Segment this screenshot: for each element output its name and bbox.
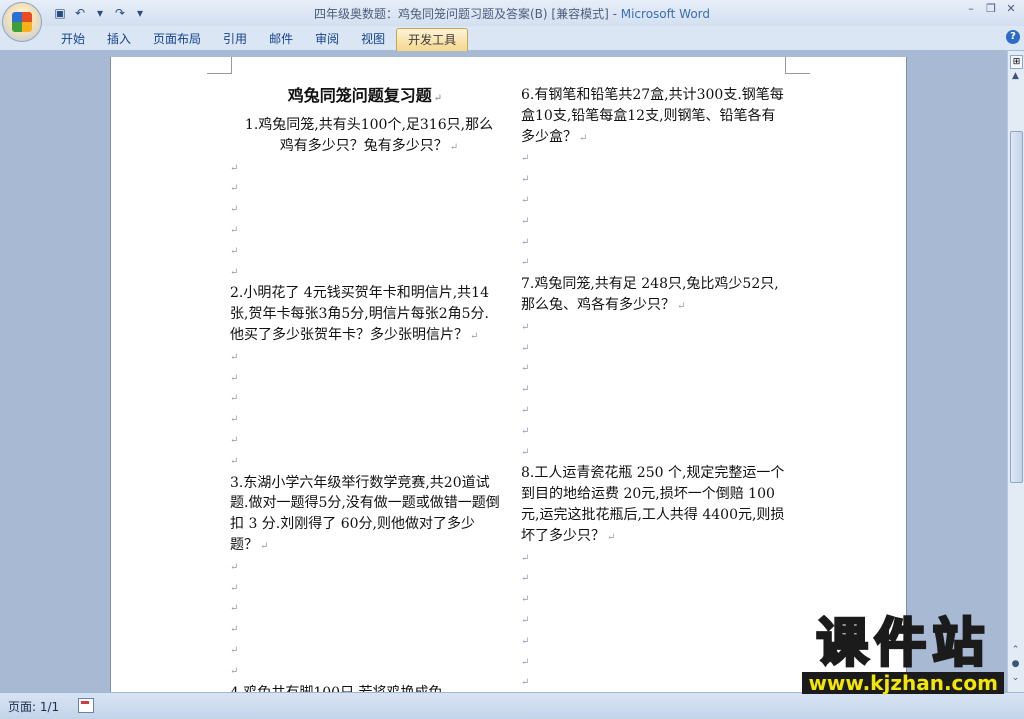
watermark-logo: 课件站 (815, 614, 991, 674)
question-text: 8.工人运青瓷花瓶 250 个,规定完整运一个到目的地给运费 20元,损坏一个倒… (521, 465, 785, 544)
question-text: 4.鸡兔共有脚100只,若将鸡换成兔, (230, 683, 500, 692)
page-count[interactable]: 页面: 1/1 (8, 698, 59, 715)
paragraph-mark: ↵ (230, 183, 239, 195)
question-text: 7.鸡兔同笼,共有足 248只,兔比鸡少52只,那么兔、鸡各有多少只？ ↵ (521, 276, 779, 313)
paragraph-mark: ↵ (521, 194, 530, 206)
paragraph-mark: ↵ (230, 351, 239, 363)
ribbon-tab[interactable]: 开始 (50, 28, 96, 50)
paragraph-mark: ↵ (521, 215, 530, 227)
document-page[interactable]: 鸡兔同笼问题复习题 ↵ 1.鸡兔同笼,共有头100个,足316只,那么鸡有多少只？… (110, 57, 907, 692)
office-logo-icon (12, 12, 32, 32)
document-heading: 鸡兔同笼问题复习题 ↵ (287, 86, 443, 105)
paragraph-mark: ↵ (521, 321, 530, 333)
crop-mark-left (207, 57, 232, 74)
scroll-up-icon[interactable]: ▲ (1010, 71, 1021, 82)
close-icon[interactable]: ✕ (1004, 2, 1018, 16)
paragraph-mark: ↵ (230, 603, 239, 615)
paragraph-mark: ↵ (521, 573, 530, 585)
question-text: 6.有钢笔和铅笔共27盒,共计300支.钢笔每盒10支,铅笔每盒12支,则钢笔、… (521, 87, 784, 145)
paragraph-mark: ↵ (521, 342, 530, 354)
paragraph-mark: ↵ (521, 153, 530, 165)
document-name: 四年级奥数题：鸡兔同笼问题习题及答案(B) [兼容模式] - (313, 7, 621, 21)
view-ruler-icon[interactable]: ⊞ (1010, 55, 1023, 69)
proofing-icon[interactable] (78, 698, 94, 713)
paragraph-mark: ↵ (521, 656, 530, 668)
paragraph-mark: ↵ (230, 434, 239, 446)
office-button[interactable] (2, 2, 42, 42)
help-icon[interactable]: ? (1006, 30, 1020, 44)
paragraph-mark: ↵ (521, 552, 530, 564)
paragraph-mark: ↵ (521, 257, 530, 269)
question-text: 2.小明花了 4元钱买贺年卡和明信片,共14张,贺年卡每张3角5分,明信片每张2… (230, 285, 489, 343)
watermark-url: www.kjzhan.com (802, 672, 1004, 694)
ribbon-tab[interactable]: 页面布局 (142, 28, 212, 50)
ribbon-tab[interactable]: 引用 (212, 28, 258, 50)
paragraph-mark: ↵ (230, 624, 239, 636)
paragraph-mark: ↵ (230, 455, 239, 467)
paragraph-mark: ↵ (230, 414, 239, 426)
status-bar: 页面: 1/1 (0, 692, 1024, 719)
right-column: 6.有钢笔和铅笔共27盒,共计300支.钢笔每盒10支,铅笔每盒12支,则钢笔、… (521, 85, 789, 692)
paragraph-mark: ↵ (521, 174, 530, 186)
paragraph-mark: ↵ (230, 561, 239, 573)
ribbon-tab[interactable]: 邮件 (258, 28, 304, 50)
paragraph-mark: ↵ (230, 224, 239, 236)
paragraph-mark: ↵ (521, 446, 530, 458)
minimize-icon[interactable]: – (964, 2, 978, 16)
question-text: 1.鸡兔同笼,共有头100个,足316只,那么鸡有多少只？兔有多少只？ ↵ (244, 117, 494, 154)
previous-page-icon[interactable]: ⌃ (1010, 645, 1021, 656)
next-page-icon[interactable]: ⌄ (1010, 673, 1021, 684)
ribbon-tab[interactable]: 审阅 (304, 28, 350, 50)
paragraph-mark: ↵ (521, 594, 530, 606)
paragraph-mark: ↵ (230, 665, 239, 677)
ribbon-tab[interactable]: 视图 (350, 28, 396, 50)
paragraph-mark: ↵ (230, 644, 239, 656)
paragraph-mark: ↵ (521, 236, 530, 248)
vertical-scrollbar[interactable]: ⊞ ▲ ⌃ ● ⌄ (1007, 51, 1024, 692)
paragraph-mark: ↵ (230, 204, 239, 216)
question-text: 3.东湖小学六年级举行数学竞赛,共20道试题.做对一题得5分,没有做一题或做错一… (230, 474, 500, 553)
crop-mark-right (785, 57, 810, 74)
ribbon-tab[interactable]: 开发工具 (396, 28, 469, 51)
paragraph-mark: ↵ (230, 393, 239, 405)
paragraph-mark: ↵ (521, 635, 530, 647)
paragraph-mark: ↵ (521, 363, 530, 375)
paragraph-mark: ↵ (521, 404, 530, 416)
ribbon-tabs: 开始 插入 页面布局 引用 邮件 审阅 视图 开发工具 (50, 28, 469, 51)
browse-object-icon[interactable]: ● (1010, 659, 1021, 670)
paragraph-mark: ↵ (230, 245, 239, 257)
paragraph-mark: ↵ (521, 425, 530, 437)
window-controls: – ❐ ✕ (964, 2, 1018, 16)
left-column: 鸡兔同笼问题复习题 ↵ 1.鸡兔同笼,共有头100个,足316只,那么鸡有多少只？… (230, 85, 500, 692)
paragraph-mark: ↵ (230, 266, 239, 278)
paragraph-mark: ↵ (230, 162, 239, 174)
ribbon: 开始 插入 页面布局 引用 邮件 审阅 视图 开发工具 ? (0, 26, 1024, 51)
paragraph-mark: ↵ (521, 384, 530, 396)
title-bar: ▣ ↶ ▾ ↷ ▾ 四年级奥数题：鸡兔同笼问题习题及答案(B) [兼容模式] -… (0, 0, 1024, 26)
paragraph-mark: ↵ (521, 677, 530, 689)
window-title: 四年级奥数题：鸡兔同笼问题习题及答案(B) [兼容模式] - Microsoft… (0, 5, 1024, 22)
watermark: 课件站 www.kjzhan.com (802, 614, 1004, 694)
restore-icon[interactable]: ❐ (984, 2, 998, 16)
application-name: Microsoft Word (620, 7, 711, 21)
document-workspace: 鸡兔同笼问题复习题 ↵ 1.鸡兔同笼,共有头100个,足316只,那么鸡有多少只？… (0, 51, 1008, 692)
ribbon-tab[interactable]: 插入 (96, 28, 142, 50)
paragraph-mark: ↵ (230, 372, 239, 384)
scroll-thumb[interactable] (1010, 131, 1023, 483)
paragraph-mark: ↵ (521, 614, 530, 626)
paragraph-mark: ↵ (230, 582, 239, 594)
